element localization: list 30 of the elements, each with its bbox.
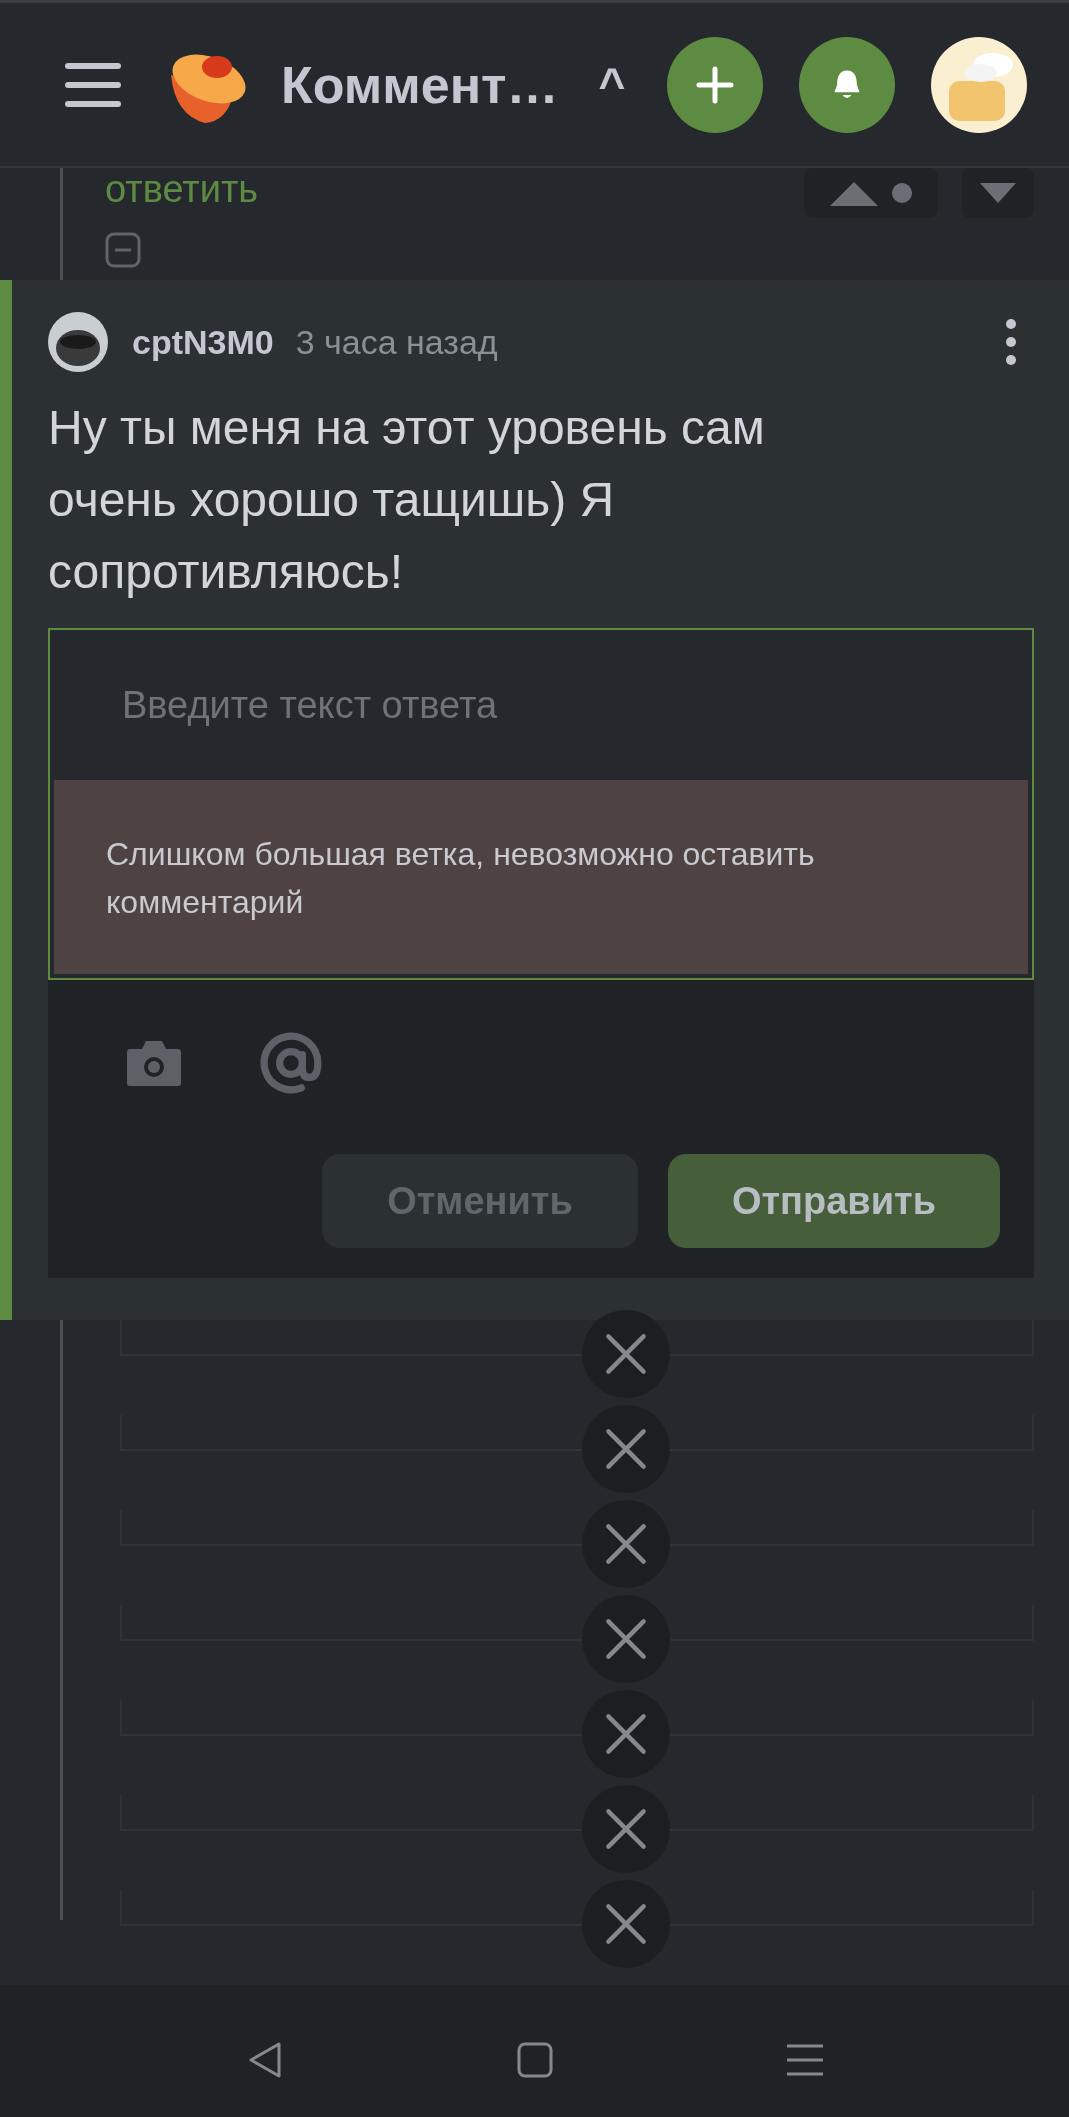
send-button[interactable]: Отправить [668, 1154, 1000, 1248]
close-icon [604, 1522, 648, 1566]
close-icon [604, 1902, 648, 1946]
cancel-button[interactable]: Отменить [322, 1154, 638, 1248]
reply-field[interactable]: Введите текст ответа [48, 628, 1034, 780]
close-icon [604, 1807, 648, 1851]
downvote-button[interactable] [962, 168, 1034, 218]
upvote-button[interactable] [804, 168, 938, 218]
collapse-toggle[interactable]: ^ [598, 57, 626, 112]
menu-icon[interactable] [65, 62, 121, 107]
avatar[interactable] [931, 36, 1027, 133]
camera-icon[interactable] [126, 1039, 182, 1087]
down-arrow-icon [980, 183, 1016, 203]
close-icon [604, 1617, 648, 1661]
mention-icon[interactable] [260, 1032, 322, 1094]
up-arrow-icon [830, 180, 878, 206]
comment-text: Ну ты меня на этот уровень сам очень хорошо тащишь) Я сопротивляюсь! [48, 400, 766, 600]
close-icon [604, 1332, 648, 1376]
error-message: Слишком большая ветка, невозможно оставить комментарий [48, 780, 1034, 980]
avatar[interactable] [48, 312, 108, 372]
more-icon[interactable] [1006, 319, 1016, 365]
comment-time: 3 часа назад [295, 322, 498, 362]
collapse-icon[interactable] [105, 232, 141, 268]
close-icon [604, 1712, 648, 1756]
dot-icon [892, 183, 912, 203]
plus-icon [695, 64, 735, 105]
reply-link[interactable]: ответить [105, 168, 259, 211]
author-name[interactable]: cptN3M0 [132, 322, 274, 362]
close-icon [604, 1427, 648, 1471]
page-title: Коммент… [281, 54, 559, 115]
